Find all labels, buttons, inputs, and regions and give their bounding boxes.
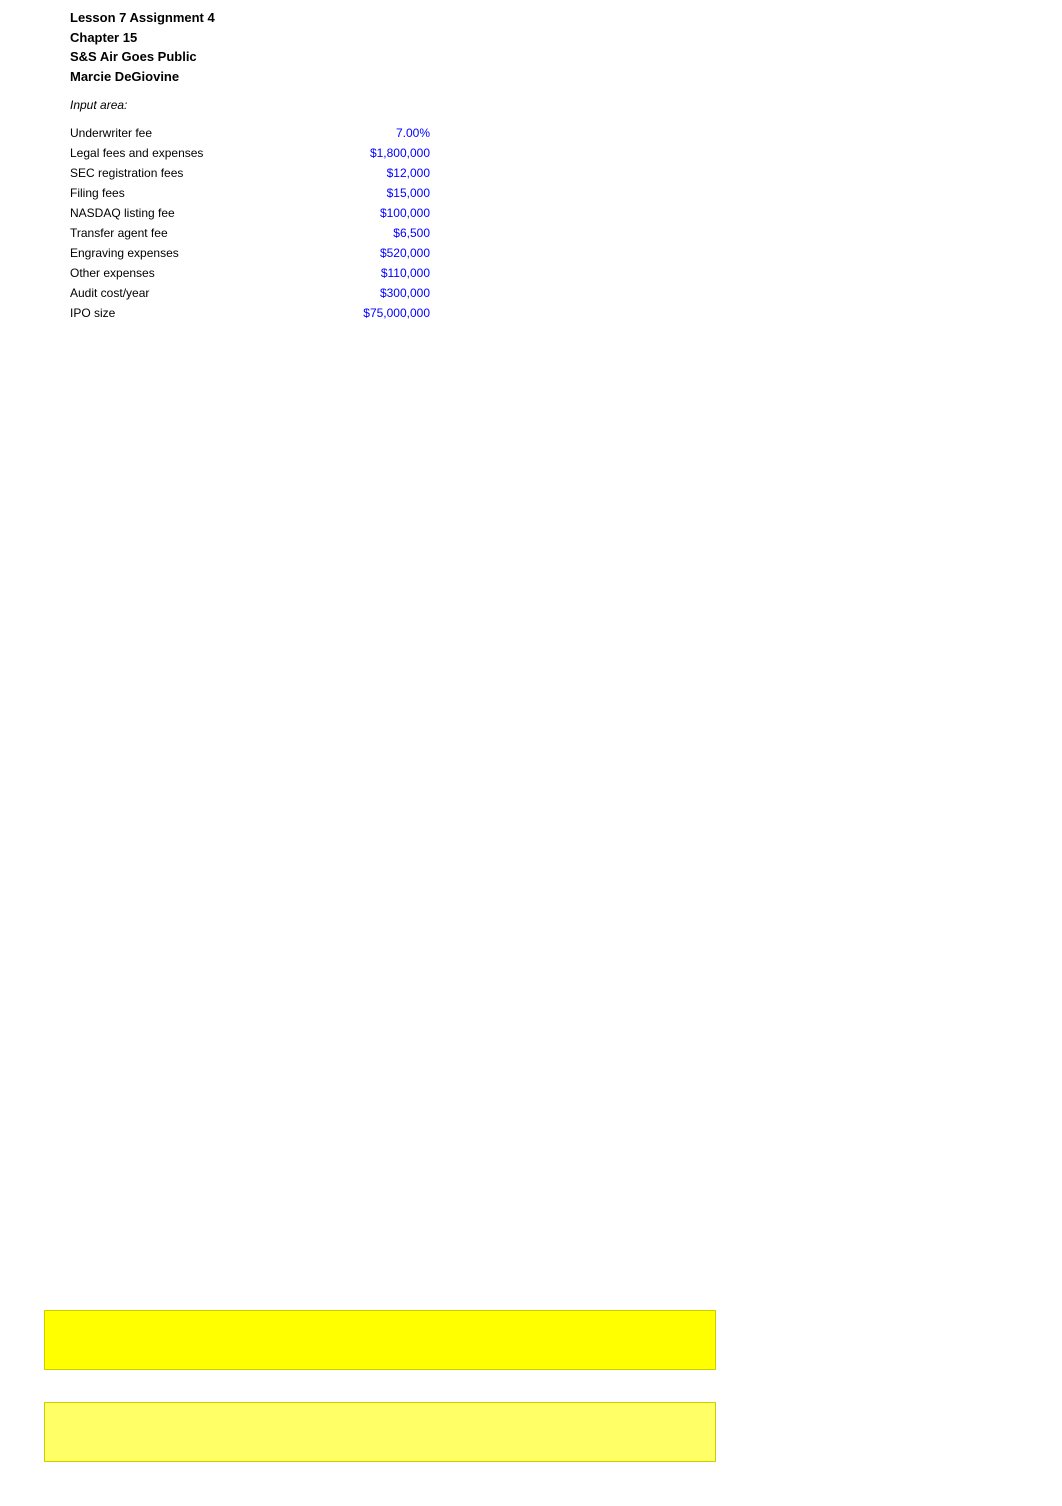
table-row: Filing fees$15,000 <box>70 184 1062 202</box>
table-row: Underwriter fee7.00% <box>70 124 1062 142</box>
row-value: 7.00% <box>310 124 430 142</box>
row-value: $15,000 <box>310 184 430 202</box>
header-line1: Lesson 7 Assignment 4 <box>70 8 1062 28</box>
row-value: $110,000 <box>310 264 430 282</box>
data-section: Underwriter fee7.00%Legal fees and expen… <box>0 124 1062 322</box>
yellow-block-1 <box>44 1310 716 1370</box>
row-label: Filing fees <box>70 184 310 202</box>
table-row: SEC registration fees$12,000 <box>70 164 1062 182</box>
table-row: Other expenses$110,000 <box>70 264 1062 282</box>
table-row: Audit cost/year$300,000 <box>70 284 1062 302</box>
row-label: Audit cost/year <box>70 284 310 302</box>
row-label: NASDAQ listing fee <box>70 204 310 222</box>
row-value: $1,800,000 <box>310 144 430 162</box>
row-label: Transfer agent fee <box>70 224 310 242</box>
input-area-label: Input area: <box>70 98 1062 112</box>
row-label: IPO size <box>70 304 310 322</box>
row-value: $6,500 <box>310 224 430 242</box>
header-line2: Chapter 15 <box>70 28 1062 48</box>
row-value: $75,000,000 <box>310 304 430 322</box>
header-line3: S&S Air Goes Public <box>70 47 1062 67</box>
row-label: Legal fees and expenses <box>70 144 310 162</box>
table-row: Transfer agent fee$6,500 <box>70 224 1062 242</box>
row-label: Underwriter fee <box>70 124 310 142</box>
table-row: Legal fees and expenses$1,800,000 <box>70 144 1062 162</box>
row-label: Other expenses <box>70 264 310 282</box>
row-value: $12,000 <box>310 164 430 182</box>
row-label: SEC registration fees <box>70 164 310 182</box>
row-value: $520,000 <box>310 244 430 262</box>
yellow-block-2 <box>44 1402 716 1462</box>
table-row: Engraving expenses$520,000 <box>70 244 1062 262</box>
table-row: IPO size$75,000,000 <box>70 304 1062 322</box>
header-section: Lesson 7 Assignment 4 Chapter 15 S&S Air… <box>0 0 1062 112</box>
header-title: Lesson 7 Assignment 4 Chapter 15 S&S Air… <box>70 8 1062 86</box>
row-value: $100,000 <box>310 204 430 222</box>
header-line4: Marcie DeGiovine <box>70 67 1062 87</box>
table-row: NASDAQ listing fee$100,000 <box>70 204 1062 222</box>
row-label: Engraving expenses <box>70 244 310 262</box>
row-value: $300,000 <box>310 284 430 302</box>
